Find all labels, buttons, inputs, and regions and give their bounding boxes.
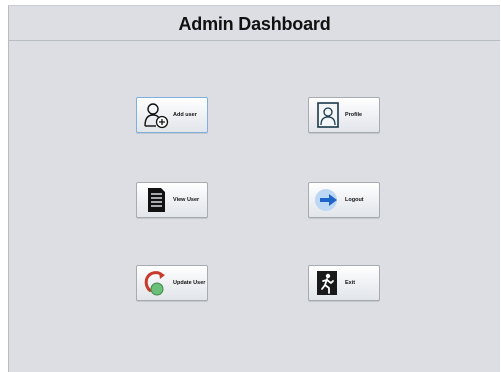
document-list-icon (142, 186, 170, 214)
add-user-button[interactable]: Add user (136, 97, 208, 133)
refresh-user-icon (142, 269, 170, 297)
header: Admin Dashboard (9, 6, 500, 41)
exit-running-man-icon (314, 269, 342, 297)
update-user-label: Update User (173, 280, 206, 286)
update-user-button[interactable]: Update User (136, 265, 208, 301)
profile-icon (314, 101, 342, 129)
logout-arrow-icon (314, 186, 342, 214)
view-user-label: View User (173, 197, 200, 203)
view-user-button[interactable]: View User (136, 182, 208, 218)
logout-button[interactable]: Logout (308, 182, 380, 218)
page-title: Admin Dashboard (178, 14, 331, 34)
exit-label: Exit (345, 280, 356, 286)
dashboard-window: Admin Dashboard Add user Profile View Us… (8, 5, 500, 372)
profile-label: Profile (345, 112, 363, 118)
exit-button[interactable]: Exit (308, 265, 380, 301)
profile-button[interactable]: Profile (308, 97, 380, 133)
logout-label: Logout (345, 197, 364, 203)
add-user-label: Add user (173, 112, 197, 118)
add-user-icon (142, 101, 170, 129)
